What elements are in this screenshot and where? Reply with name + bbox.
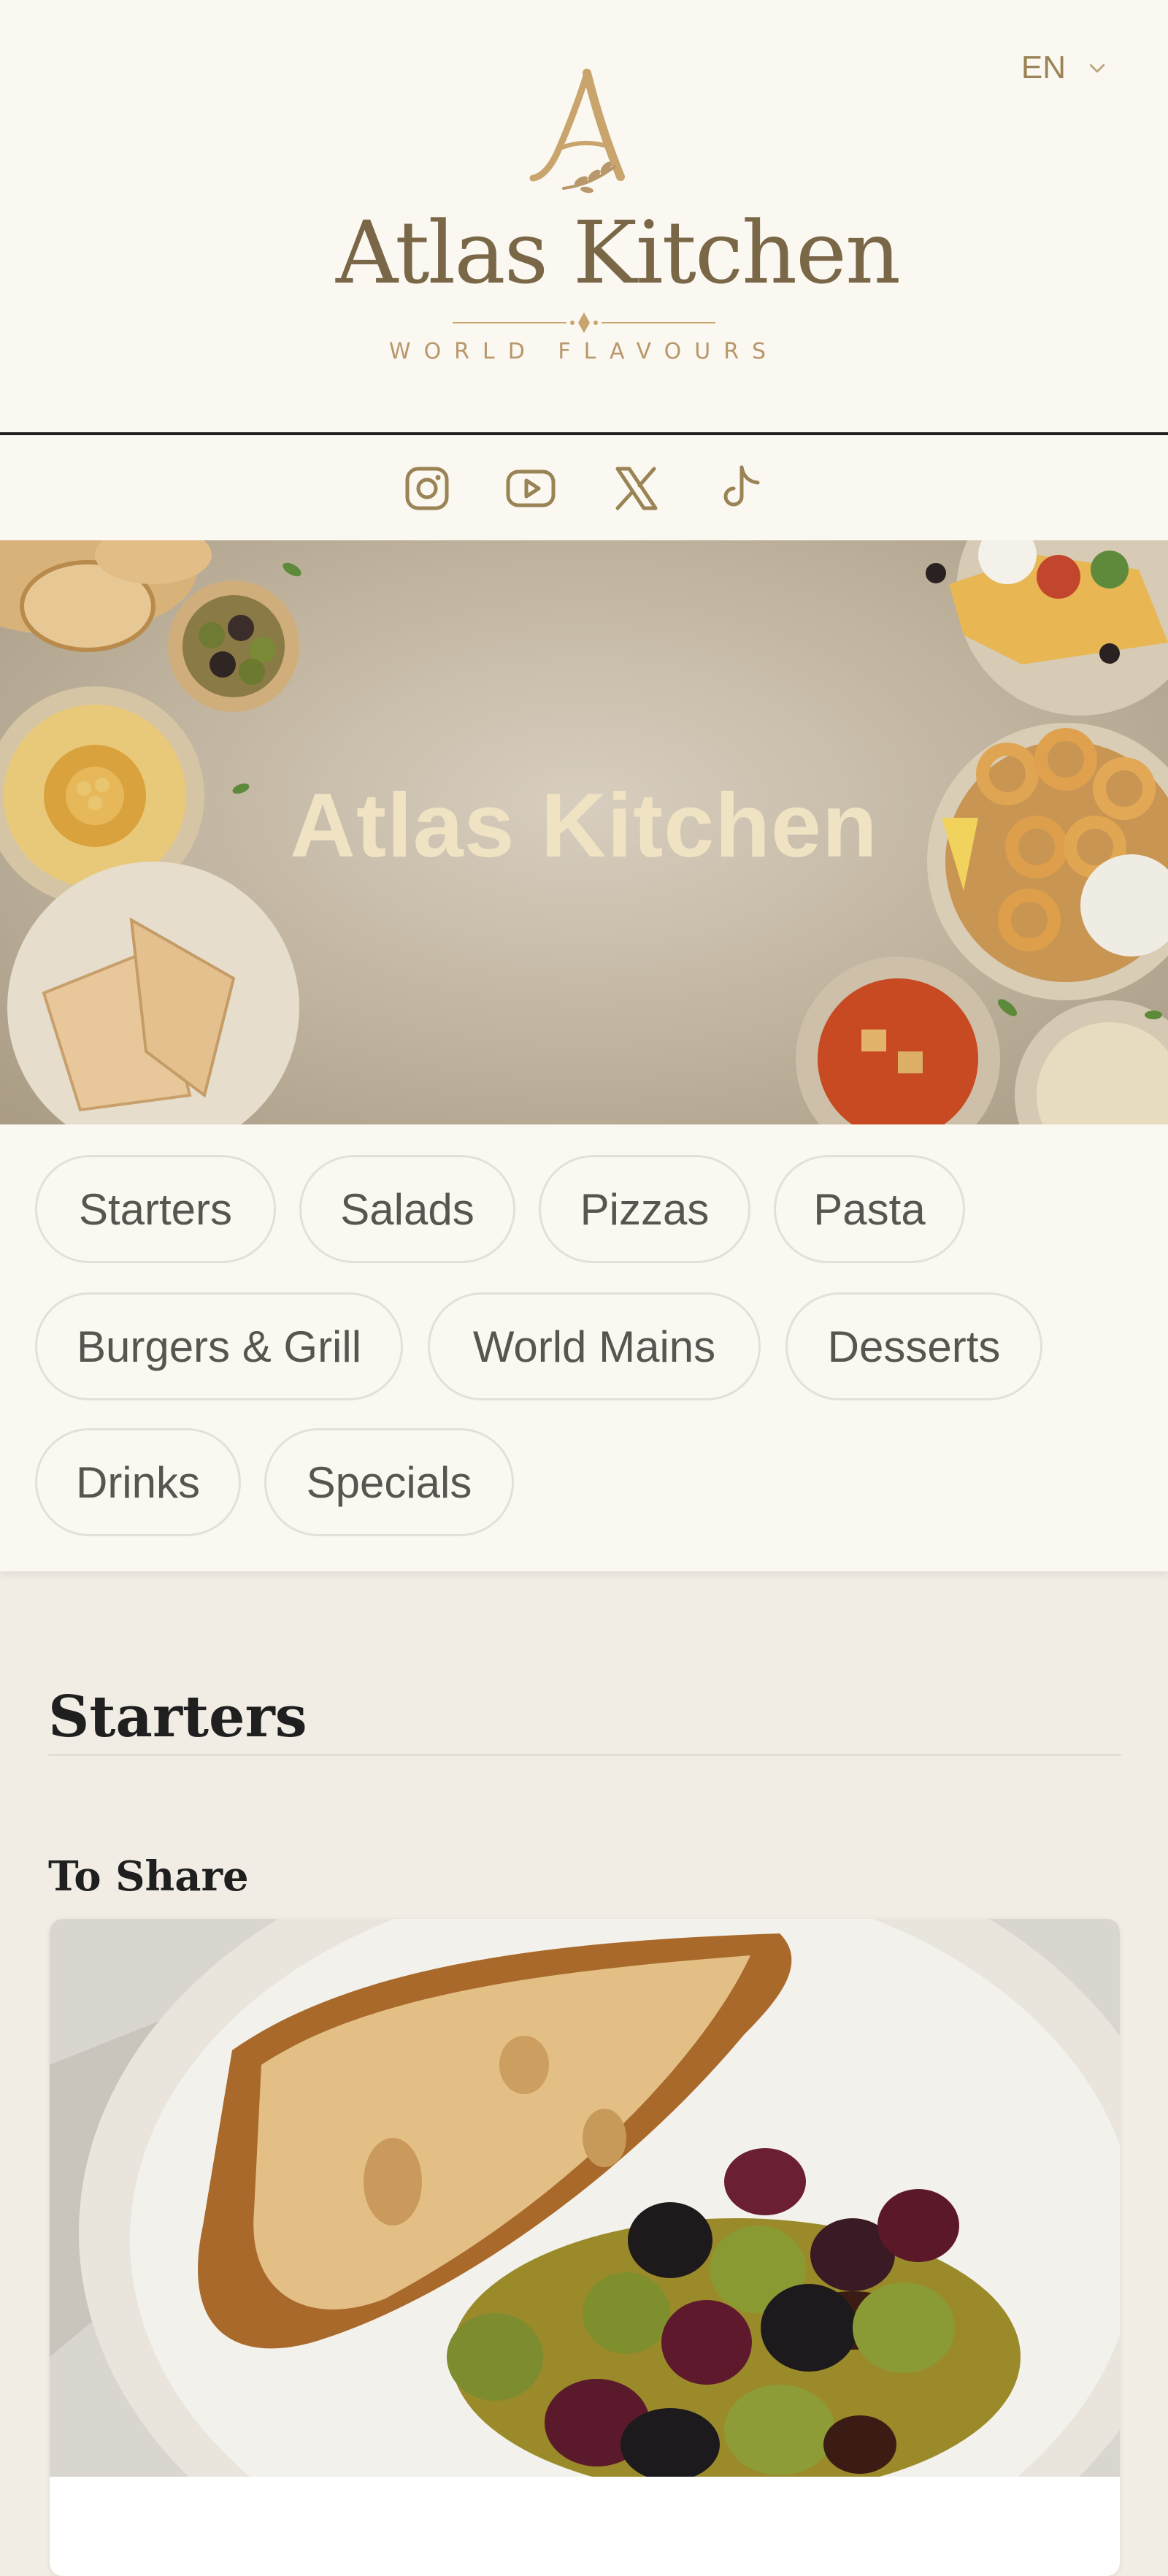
category-chip-desserts[interactable]: Desserts: [785, 1292, 1042, 1400]
section-divider: [48, 1754, 1121, 1756]
category-chip-drinks[interactable]: Drinks: [35, 1428, 241, 1536]
x-icon[interactable]: [610, 463, 661, 514]
site-header: EN Atlas Kitchen WORLD FLAVOURS: [0, 0, 1168, 434]
youtube-icon[interactable]: [505, 463, 556, 514]
brand-logo[interactable]: Atlas Kitchen WORLD FLAVOURS: [336, 67, 901, 374]
social-links: [0, 435, 1168, 540]
instagram-icon[interactable]: [402, 463, 453, 514]
category-chip-specials[interactable]: Specials: [264, 1428, 514, 1536]
subsection-title: To Share: [48, 1852, 249, 1901]
logo-monogram-icon: [529, 69, 625, 193]
chevron-down-icon: [1089, 64, 1105, 73]
category-chip-starters[interactable]: Starters: [35, 1155, 276, 1263]
menu-item-card[interactable]: [50, 1919, 1120, 2576]
tiktok-icon[interactable]: [715, 463, 766, 514]
category-chip-salads[interactable]: Salads: [299, 1155, 515, 1263]
brand-name: Atlas Kitchen: [336, 202, 901, 303]
hero-banner: Atlas Kitchen: [0, 540, 1168, 1124]
category-chip-pizzas[interactable]: Pizzas: [539, 1155, 750, 1263]
section-title: Starters: [48, 1683, 307, 1750]
brand-tagline: WORLD FLAVOURS: [388, 339, 780, 364]
hero-title: Atlas Kitchen: [290, 775, 878, 876]
language-selector[interactable]: EN: [1021, 50, 1108, 86]
category-chip-pasta[interactable]: Pasta: [774, 1155, 965, 1263]
menu-item-image: [50, 1919, 1120, 2477]
category-chip-world-mains[interactable]: World Mains: [428, 1292, 761, 1400]
category-nav: Starters Salads Pizzas Pasta Burgers & G…: [0, 1124, 1168, 1571]
language-label: EN: [1021, 50, 1066, 85]
ornament-divider-icon: [453, 313, 715, 333]
category-chip-burgers-grill[interactable]: Burgers & Grill: [35, 1292, 403, 1400]
